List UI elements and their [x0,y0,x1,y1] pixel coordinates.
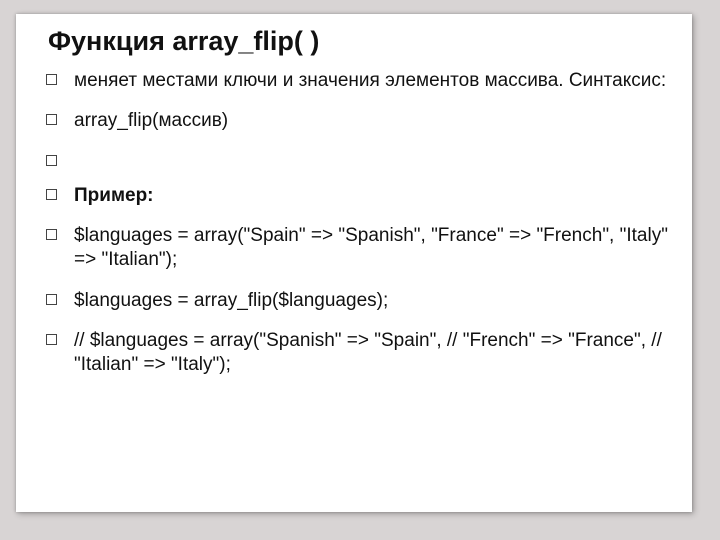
list-item: Пример: [40,184,672,208]
list-item-text: Пример: [74,185,154,206]
slide-sheet: Функция array_flip( ) меняет местами клю… [16,14,692,512]
list-item-text: $languages = array("Spain" => "Spanish",… [74,225,668,270]
slide-title: Функция array_flip( ) [48,26,672,57]
list-item [40,150,672,168]
list-item-text: меняет местами ключи и значения элементо… [74,70,666,91]
list-item: меняет местами ключи и значения элементо… [40,69,672,93]
list-item: $languages = array_flip($languages); [40,289,672,313]
list-item-text: $languages = array_flip($languages); [74,290,388,311]
list-item: array_flip(массив) [40,109,672,133]
slide-body-list: меняет местами ключи и значения элементо… [40,69,672,378]
list-item: $languages = array("Spain" => "Spanish",… [40,224,672,273]
list-item-text: array_flip(массив) [74,110,228,131]
list-item-text: // $languages = array("Spanish" => "Spai… [74,330,662,375]
list-item: // $languages = array("Spanish" => "Spai… [40,329,672,378]
